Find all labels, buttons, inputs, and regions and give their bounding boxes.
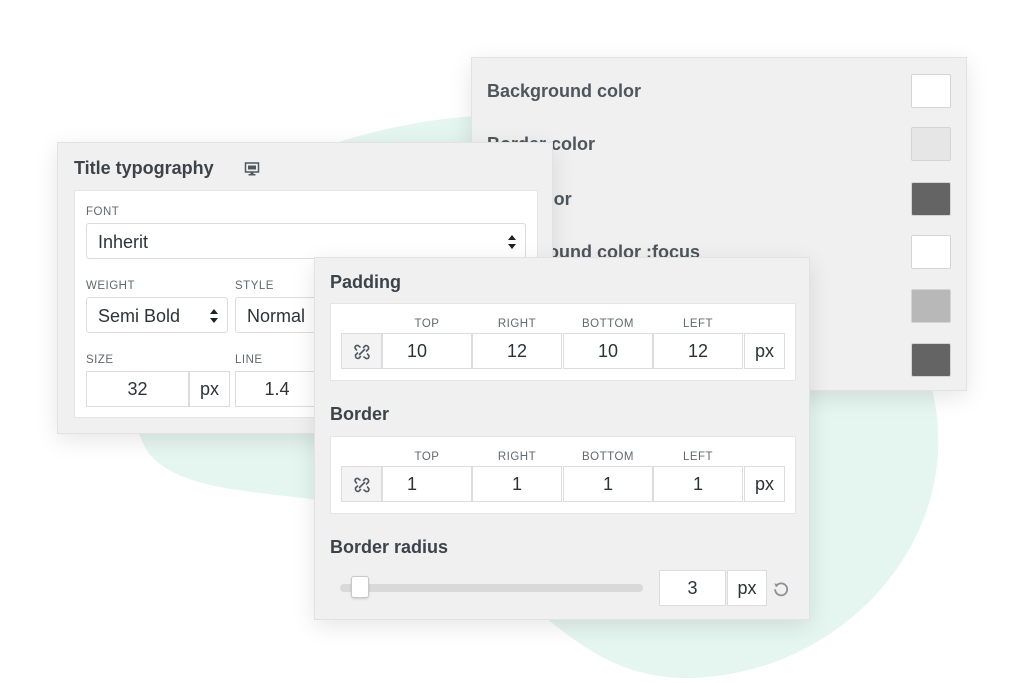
- border-radius-slider-thumb[interactable]: [351, 576, 369, 598]
- border-title: Border: [330, 404, 390, 424]
- style-select-value: Normal: [247, 306, 306, 326]
- style-label: STYLE: [235, 280, 274, 292]
- size-label: SIZE: [86, 354, 114, 366]
- border-radius-unit-button[interactable]: px: [727, 570, 767, 606]
- color-row-background: Background color: [487, 74, 951, 108]
- border-bottom-input[interactable]: 1: [563, 466, 653, 502]
- reset-button[interactable]: [772, 580, 790, 598]
- size-input[interactable]: 32: [86, 371, 189, 407]
- border-link-button[interactable]: [341, 466, 382, 502]
- spacing-panel: Padding TOP RIGHT BOTTOM LEFT 10 12 10 1…: [314, 257, 810, 620]
- border-bottom-label: BOTTOM: [582, 451, 634, 463]
- border-top-label: TOP: [414, 451, 440, 463]
- weight-select-value: Semi Bold: [98, 306, 181, 326]
- border-unit-button[interactable]: px: [744, 466, 785, 502]
- padding-controls: TOP RIGHT BOTTOM LEFT 10 12 10 12 px: [330, 303, 796, 381]
- border-controls: TOP RIGHT BOTTOM LEFT 1 1 1 1 px: [330, 436, 796, 514]
- font-select[interactable]: Inherit: [86, 223, 526, 259]
- padding-right-input[interactable]: 12: [472, 333, 562, 369]
- border-left-input[interactable]: 1: [653, 466, 743, 502]
- padding-bottom-input[interactable]: 10: [563, 333, 653, 369]
- border-right-input[interactable]: 1: [472, 466, 562, 502]
- padding-left-label: LEFT: [682, 318, 714, 330]
- padding-unit-button[interactable]: px: [744, 333, 785, 369]
- weight-label: WEIGHT: [86, 280, 135, 292]
- unlink-icon: [354, 477, 370, 493]
- padding-top-input[interactable]: 10: [382, 333, 472, 369]
- border-radius-slider-track[interactable]: [340, 584, 643, 592]
- color-row-border: Border color: [487, 127, 951, 161]
- line-height-label: LINE: [235, 354, 263, 366]
- border-right-label: RIGHT: [497, 451, 537, 463]
- unlink-icon: [354, 344, 370, 360]
- padding-bottom-label: BOTTOM: [582, 318, 634, 330]
- border-radius-input[interactable]: 3: [659, 570, 726, 606]
- weight-select[interactable]: Semi Bold: [86, 297, 228, 333]
- background-focus-color-swatch[interactable]: [911, 235, 951, 269]
- color-row-text: Text color: [487, 182, 951, 216]
- border-top-input[interactable]: 1: [382, 466, 472, 502]
- size-unit-button[interactable]: px: [189, 371, 230, 407]
- color-swatch-5[interactable]: [911, 289, 951, 323]
- background-color-swatch[interactable]: [911, 74, 951, 108]
- border-left-label: LEFT: [682, 451, 714, 463]
- font-label: FONT: [86, 206, 120, 218]
- padding-left-input[interactable]: 12: [653, 333, 743, 369]
- select-arrows-icon: [508, 235, 516, 249]
- line-height-input[interactable]: 1.4: [235, 371, 319, 407]
- border-radius-title: Border radius: [330, 537, 449, 557]
- text-color-swatch[interactable]: [911, 182, 951, 216]
- padding-top-label: TOP: [414, 318, 440, 330]
- color-swatch-6[interactable]: [911, 343, 951, 377]
- desktop-icon[interactable]: [244, 161, 260, 177]
- typography-title: Title typography: [74, 158, 214, 178]
- reset-icon: [774, 582, 789, 597]
- padding-title: Padding: [330, 272, 401, 292]
- padding-link-button[interactable]: [341, 333, 382, 369]
- padding-right-label: RIGHT: [497, 318, 537, 330]
- border-color-swatch[interactable]: [911, 127, 951, 161]
- select-arrows-icon: [210, 309, 218, 323]
- font-select-value: Inherit: [98, 232, 149, 252]
- color-row-label: Background color: [487, 81, 642, 101]
